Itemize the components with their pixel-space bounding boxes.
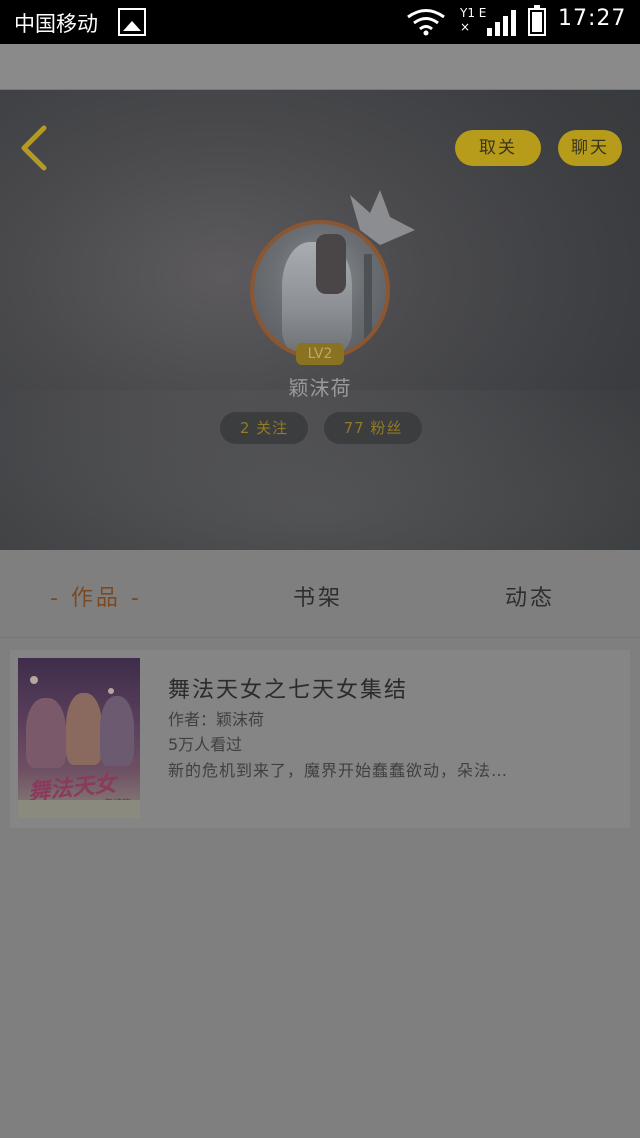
gallery-icon bbox=[118, 8, 146, 36]
book-cover: 舞法天女 集结篇 bbox=[18, 658, 140, 818]
status-bar: 中国移动 Y1 E × 17:27 bbox=[0, 0, 640, 44]
following-count[interactable]: 2 关注 bbox=[220, 412, 308, 444]
book-title: 舞法天女之七天女集结 bbox=[168, 678, 409, 703]
chat-button[interactable]: 聊天 bbox=[558, 130, 622, 166]
avatar[interactable] bbox=[250, 220, 390, 360]
unfollow-button[interactable]: 取关 bbox=[455, 130, 541, 166]
tab-bar: - 作品 - 书架 动态 bbox=[0, 550, 640, 638]
nickname: 颖沫荷 bbox=[288, 376, 352, 400]
signal-icon bbox=[487, 10, 516, 36]
top-strip bbox=[0, 44, 640, 90]
signal-label: Y1 E × bbox=[460, 6, 486, 34]
cover-character bbox=[100, 696, 134, 766]
signal-label-bottom: × bbox=[460, 20, 471, 34]
list-item[interactable]: 舞法天女 集结篇 舞法天女之七天女集结 作者：颖沫荷 5万人看过 新的危机到来了… bbox=[10, 650, 630, 828]
battery-icon bbox=[528, 5, 546, 36]
back-arrow-icon[interactable] bbox=[18, 124, 50, 172]
carrier-name: 中国移动 bbox=[14, 12, 98, 36]
tab-feed[interactable]: 动态 bbox=[505, 580, 555, 612]
profile-header: 取关 聊天 LV2 颖沫荷 2 关注 77 粉丝 bbox=[0, 90, 640, 550]
tab-works[interactable]: - 作品 - bbox=[50, 580, 142, 612]
cover-character bbox=[26, 698, 66, 768]
cover-footer bbox=[18, 800, 140, 818]
avatar-background bbox=[364, 254, 372, 344]
book-views: 5万人看过 bbox=[168, 735, 243, 754]
book-description: 新的危机到来了，魔界开始蠢蠢欲动，朵法… bbox=[168, 761, 509, 780]
cover-character bbox=[66, 693, 102, 765]
clock: 17:27 bbox=[558, 6, 627, 31]
avatar-hair bbox=[316, 234, 346, 294]
cover-sparkle bbox=[108, 688, 114, 694]
wifi-icon bbox=[407, 9, 445, 36]
cover-sparkle bbox=[30, 676, 38, 684]
level-badge: LV2 bbox=[296, 343, 344, 365]
tab-bookshelf[interactable]: 书架 bbox=[293, 580, 343, 612]
signal-label-top: Y1 E bbox=[460, 6, 487, 20]
fans-count[interactable]: 77 粉丝 bbox=[324, 412, 422, 444]
book-author: 作者：颖沫荷 bbox=[168, 710, 265, 729]
